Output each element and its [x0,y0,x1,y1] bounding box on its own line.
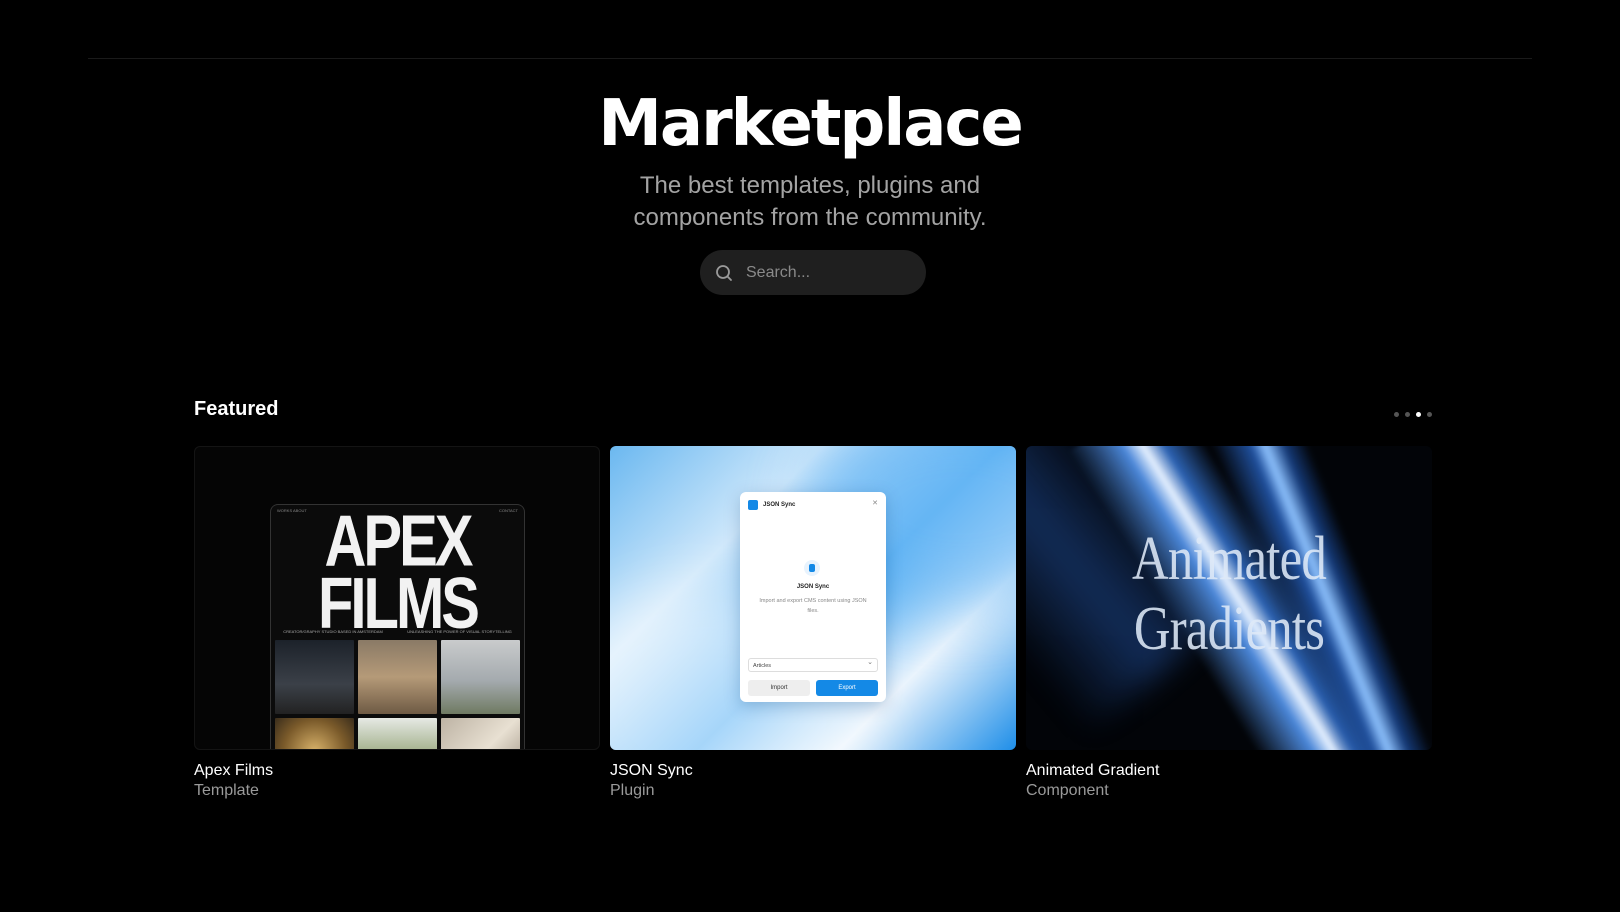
plugin-description: Import and export CMS content using JSON… [759,598,867,614]
card-type: Plugin [610,782,655,799]
featured-heading: Featured [194,398,279,420]
plugin-window-title: JSON Sync [763,502,796,508]
photo-tile [358,718,437,749]
photo-tile [441,640,520,714]
top-divider [88,58,1532,59]
hero: Marketplace The best templates, plugins … [0,84,1620,234]
pagination-dot[interactable] [1405,412,1410,417]
page-subtitle: The best templates, plugins and componen… [633,172,987,231]
card-thumbnail[interactable]: Animated Gradients [1026,446,1432,750]
search-input[interactable] [744,262,918,283]
page-title: Marketplace [598,87,1024,161]
pagination-dot[interactable] [1427,412,1432,417]
apex-photo-grid [271,634,524,749]
card-type: Template [194,782,259,799]
card-type: Component [1026,782,1109,799]
collection-select: Articles [748,656,878,672]
pagination-dot[interactable] [1394,412,1399,417]
search-bar[interactable] [700,250,926,295]
photo-tile [275,718,354,749]
carousel-pagination [1394,412,1432,417]
search-icon [716,264,732,281]
photo-tile [358,640,437,714]
apex-site-preview: WORKS ABOUT CONTACT APEX FILMS CREATOR/G… [270,504,525,749]
database-icon [804,560,820,576]
photo-tile [275,640,354,714]
gradient-text-line: Gradients [1133,595,1325,663]
import-button: Import [748,680,810,696]
card-title: Apex Films [194,762,274,779]
plugin-window-preview: JSON Sync ✕ JSON Sync Import and export … [740,492,886,702]
card-title: Animated Gradient [1026,762,1160,779]
apex-logo: APEX FILMS [318,504,480,645]
close-icon: ✕ [872,500,878,507]
card-animated-gradient[interactable]: Animated Gradients Animated Gradient Com… [1026,446,1432,801]
gradient-preview-text: Animated Gradients [1063,524,1396,664]
photo-tile [441,718,520,749]
pagination-dot-active[interactable] [1416,412,1421,417]
export-button: Export [816,680,878,696]
card-apex-films[interactable]: WORKS ABOUT CONTACT APEX FILMS CREATOR/G… [194,446,600,801]
plugin-name: JSON Sync [796,584,830,590]
gradient-text-line: Animated [1132,525,1327,593]
card-json-sync[interactable]: JSON Sync ✕ JSON Sync Import and export … [610,446,1016,801]
json-sync-logo-icon [748,500,758,510]
card-thumbnail[interactable]: JSON Sync ✕ JSON Sync Import and export … [610,446,1016,750]
card-title: JSON Sync [610,762,693,779]
card-thumbnail[interactable]: WORKS ABOUT CONTACT APEX FILMS CREATOR/G… [194,446,600,750]
